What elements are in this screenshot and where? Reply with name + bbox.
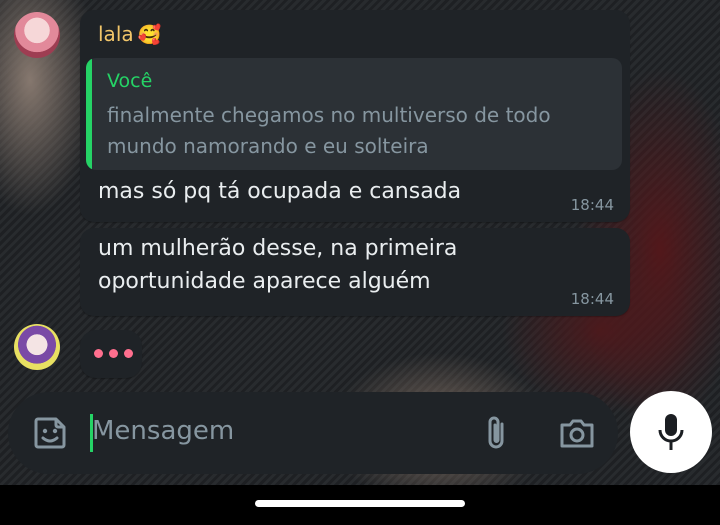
message-bubble[interactable]: um mulherão desse, na primeira oportunid… <box>80 228 630 316</box>
sender-emoji: 🥰 <box>137 24 162 46</box>
system-navigation-bar <box>0 485 720 525</box>
typing-user-avatar[interactable] <box>14 324 60 370</box>
quote-accent-bar <box>86 58 92 170</box>
camera-icon[interactable] <box>558 416 596 450</box>
typing-dots-icon <box>94 349 133 358</box>
typing-indicator-bubble <box>80 330 142 378</box>
quoted-message[interactable]: Você finalmente chegamos no multiverso d… <box>86 58 622 170</box>
home-gesture-handle[interactable] <box>255 500 465 507</box>
microphone-icon <box>658 414 684 450</box>
message-input[interactable]: Mensagem <box>92 416 234 446</box>
message-text: mas só pq tá ocupada e cansada <box>98 179 462 204</box>
paperclip-icon[interactable] <box>480 414 514 452</box>
voice-record-button[interactable] <box>630 391 712 473</box>
message-bubble-reply[interactable]: lala 🥰 Você finalmente chegamos no multiv… <box>80 10 630 222</box>
sender-avatar[interactable] <box>14 12 60 58</box>
quote-author: Você <box>107 70 153 92</box>
quote-text: finalmente chegamos no multiverso de tod… <box>107 103 551 158</box>
sender-name[interactable]: lala 🥰 <box>98 22 161 46</box>
message-composer: Mensagem <box>8 392 618 474</box>
message-time: 18:44 <box>570 290 614 308</box>
sticker-icon[interactable] <box>32 415 68 451</box>
sender-name-label: lala <box>98 22 134 46</box>
message-text: um mulherão desse, na primeira oportunid… <box>98 236 458 294</box>
message-time: 18:44 <box>570 196 614 214</box>
